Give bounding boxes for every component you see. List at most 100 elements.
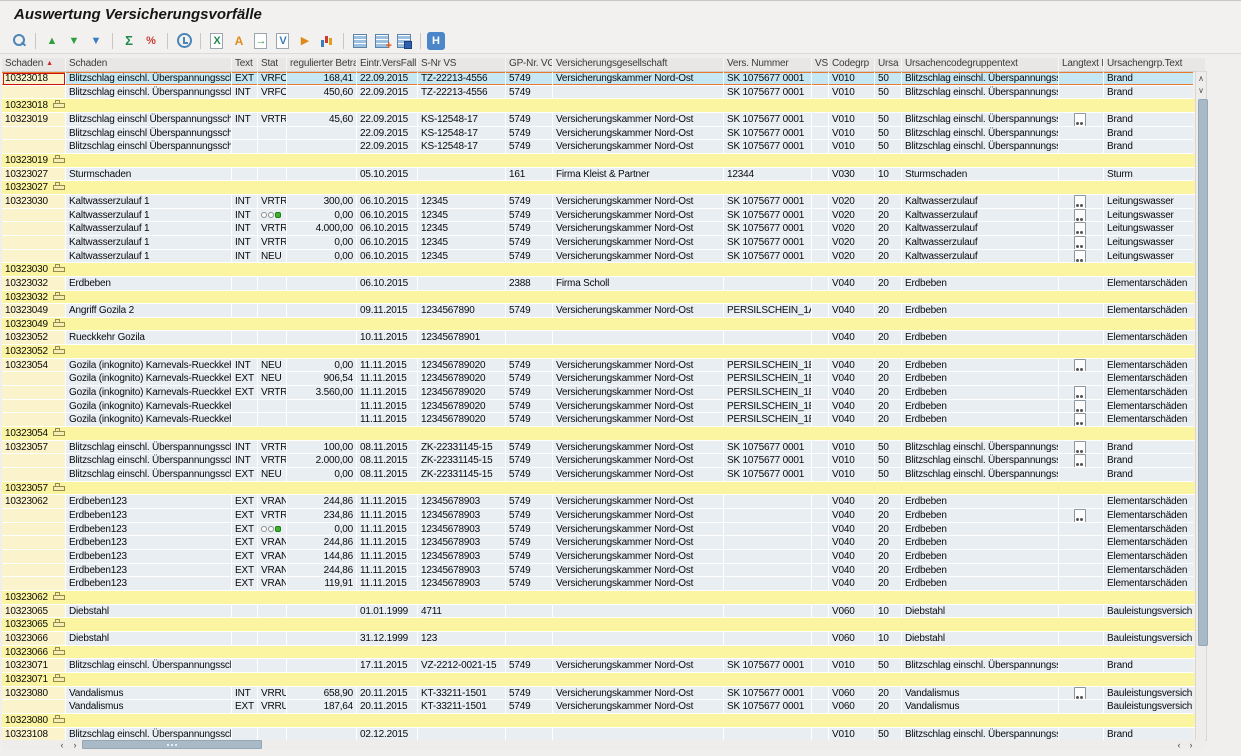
cell-b[interactable] [287,331,357,345]
cell-x[interactable]: INT [232,441,258,455]
cell-gp[interactable]: 5749 [506,687,553,701]
subtotal-collapse-icon[interactable] [53,182,65,191]
table-row[interactable]: Kaltwasserzulauf 1INTVRTR0,0006.10.20151… [2,236,1205,250]
cell-p[interactable] [1059,632,1104,646]
cell-p[interactable] [1059,577,1104,591]
cell-b[interactable]: 906,54 [287,372,357,386]
cell-b[interactable]: 658,90 [287,687,357,701]
cell-sn[interactable]: ZK-22331145-15 [418,441,506,455]
cell-gp[interactable]: 5749 [506,550,553,564]
cell-x[interactable]: EXT [232,386,258,400]
cell-ut[interactable]: Blitzschlag einschl. Überspannungsschäd. [902,454,1059,468]
cell-st[interactable]: NEU [258,372,287,386]
column-header-u[interactable]: Ursa [875,58,902,71]
table-row[interactable]: 10323049Angriff Gozila 209.11.2015123456… [2,304,1205,318]
cell-vn[interactable]: SK 1075677 0001 [724,140,812,154]
subtotal-key-cell[interactable]: 10323080 [2,714,66,728]
cell-va[interactable] [812,250,829,264]
cell-u[interactable]: 20 [875,400,902,414]
cell-s[interactable]: 10323052 [2,331,66,345]
cell-p[interactable] [1059,400,1104,414]
cell-s[interactable]: 10323057 [2,441,66,455]
cell-x[interactable] [232,605,258,619]
cell-st[interactable]: VRRU [258,687,287,701]
cell-cg[interactable]: V060 [829,700,875,714]
cell-gp[interactable]: 5749 [506,468,553,482]
column-header-ut[interactable]: Ursachencodegruppentext [902,58,1059,71]
cell-s[interactable] [2,523,66,537]
cell-sn[interactable]: 12345678901 [418,331,506,345]
cell-s[interactable] [2,127,66,141]
cell-u[interactable]: 20 [875,372,902,386]
cell-x[interactable]: INT [232,236,258,250]
cell-dt[interactable]: 11.11.2015 [357,413,418,427]
cell-b[interactable]: 0,00 [287,209,357,223]
cell-gp[interactable]: 5749 [506,495,553,509]
cell-va[interactable] [812,495,829,509]
cell-sn[interactable]: KT-33211-1501 [418,700,506,714]
cell-p[interactable] [1059,509,1104,523]
cell-g[interactable]: Versicherungskammer Nord-Ost [553,441,724,455]
cell-vn[interactable]: SK 1075677 0001 [724,659,812,673]
cell-cg[interactable]: V040 [829,577,875,591]
cell-va[interactable] [812,86,829,100]
cell-st[interactable] [258,523,287,537]
cell-u[interactable]: 50 [875,127,902,141]
cell-g[interactable]: Versicherungskammer Nord-Ost [553,400,724,414]
cell-gp[interactable]: 5749 [506,536,553,550]
cell-p[interactable] [1059,495,1104,509]
cell-sn[interactable]: VZ-2212-0021-15 [418,659,506,673]
horizontal-scroll-thumb[interactable] [82,740,262,749]
cell-s[interactable]: 10323066 [2,632,66,646]
cell-ug[interactable]: Elementarschäden [1104,536,1193,550]
cell-g[interactable]: Versicherungskammer Nord-Ost [553,509,724,523]
table-row[interactable]: Kaltwasserzulauf 1INT0,0006.10.201512345… [2,209,1205,223]
cell-cg[interactable]: V040 [829,277,875,291]
cell-g[interactable]: Firma Kleist & Partner [553,168,724,182]
cell-ug[interactable]: Elementarschäden [1104,304,1193,318]
cell-d[interactable]: Angriff Gozila 2 [66,304,232,318]
cell-ut[interactable]: Kaltwasserzulauf [902,250,1059,264]
help-icon[interactable]: H [427,32,445,50]
subtotal-row[interactable]: 10323019 [2,154,1205,168]
cell-b[interactable] [287,413,357,427]
column-header-g[interactable]: Versicherungsgesellschaft [553,58,724,71]
subtotal-key-cell[interactable]: 10323032 [2,291,66,305]
cell-x[interactable] [232,127,258,141]
subtotal-key-cell[interactable]: 10323052 [2,345,66,359]
cell-va[interactable] [812,140,829,154]
cell-x[interactable]: INT [232,209,258,223]
subtotal-key-cell[interactable]: 10323027 [2,181,66,195]
cell-dt[interactable]: 11.11.2015 [357,577,418,591]
cell-s[interactable] [2,209,66,223]
cell-s[interactable] [2,577,66,591]
cell-d[interactable]: Diebstahl [66,632,232,646]
cell-u[interactable]: 20 [875,550,902,564]
cell-vn[interactable]: PERSILSCHEIN_1B [724,372,812,386]
cell-s[interactable]: 10323071 [2,659,66,673]
cell-u[interactable]: 20 [875,359,902,373]
cell-sn[interactable]: 12345678903 [418,523,506,537]
cell-dt[interactable]: 05.10.2015 [357,168,418,182]
cell-ug[interactable]: Bauleistungsversich [1104,687,1193,701]
column-header-d[interactable]: Schaden [66,58,232,71]
cell-vn[interactable] [724,536,812,550]
subtotal-row[interactable]: 10323032 [2,291,1205,305]
cell-u[interactable]: 20 [875,687,902,701]
cell-s[interactable] [2,372,66,386]
cell-b[interactable]: 3.560,00 [287,386,357,400]
cell-b[interactable] [287,400,357,414]
cell-s[interactable] [2,222,66,236]
cell-g[interactable] [553,331,724,345]
cell-ug[interactable]: Brand [1104,72,1193,86]
cell-sn[interactable]: 12345 [418,236,506,250]
cell-va[interactable] [812,550,829,564]
cell-ut[interactable]: Erdbeben [902,536,1059,550]
cell-vn[interactable]: SK 1075677 0001 [724,236,812,250]
column-header-va[interactable]: VSart [812,58,829,71]
cell-u[interactable]: 50 [875,454,902,468]
table-row[interactable]: 10323062Erdbeben123EXTVRAN244,8611.11.20… [2,495,1205,509]
cell-d[interactable]: Gozila (inkognito) Karnevals-Rueckkehr [66,400,232,414]
cell-dt[interactable]: 20.11.2015 [357,700,418,714]
cell-ug[interactable]: Leitungswasser [1104,250,1193,264]
